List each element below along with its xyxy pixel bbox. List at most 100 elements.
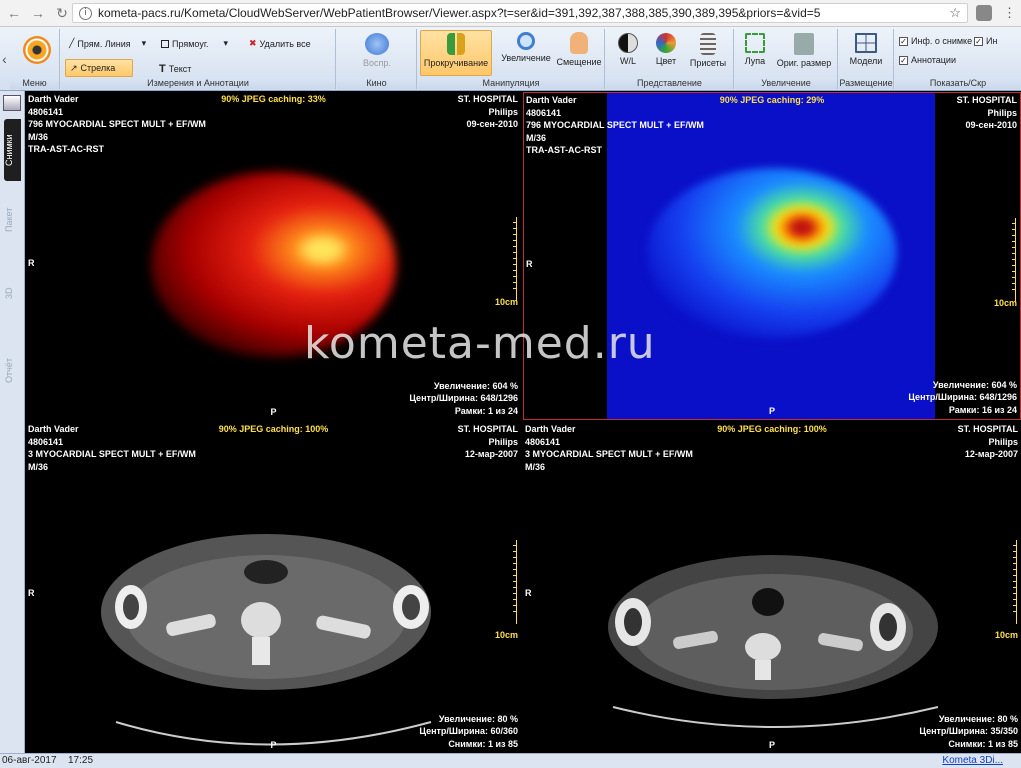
original-size-button[interactable]: Ориг. размер bbox=[773, 33, 835, 68]
status-time: 17:25 bbox=[68, 755, 94, 766]
delete-all-button[interactable]: ✖ Удалить все bbox=[249, 38, 311, 49]
window-level: Центр/Ширина: 35/350 bbox=[919, 726, 1018, 736]
orientation-posterior: P bbox=[270, 406, 277, 417]
cine-group-label: Кино bbox=[337, 78, 416, 89]
grid-layout-icon bbox=[855, 33, 877, 53]
magnify-group: Лупа Ориг. размер Увеличение bbox=[735, 29, 838, 89]
zoom-level: Увеличение: 604 % bbox=[932, 379, 1017, 390]
window-level: Центр/Ширина: 60/360 bbox=[419, 726, 518, 736]
scale-label: 10cm bbox=[494, 297, 518, 307]
info2-checkbox[interactable]: ✓ Ин bbox=[974, 36, 997, 46]
patient-id: 4806141 bbox=[526, 107, 562, 118]
study-date: 09-сен-2010 bbox=[965, 120, 1017, 130]
patient-sex-age: M/36 bbox=[28, 131, 49, 142]
rect-tool-button[interactable]: Прямоуг. ▾ bbox=[161, 38, 228, 49]
orientation-posterior: P bbox=[768, 405, 775, 416]
menu-label: Меню bbox=[10, 78, 59, 89]
menu-group: Меню bbox=[10, 29, 60, 89]
reload-button[interactable]: ↻ bbox=[52, 3, 72, 23]
patient-sex-age: M/36 bbox=[28, 461, 49, 472]
window-level: Центр/Ширина: 648/1296 bbox=[409, 393, 518, 403]
caching-status: 90% JPEG caching: 100% bbox=[717, 424, 827, 434]
ribbon-scroll-left-icon[interactable]: ‹ bbox=[0, 29, 9, 89]
hospital-name: ST. HOSPITAL bbox=[957, 424, 1018, 434]
tab-images[interactable]: Снимки bbox=[4, 119, 21, 181]
browser-toolbar: ← → ↻ i kometa-pacs.ru/Kometa/CloudWebSe… bbox=[0, 0, 1021, 27]
tab-package[interactable]: Пакет bbox=[4, 199, 21, 241]
tab-report[interactable]: Отчёт bbox=[4, 351, 21, 391]
arrow-tool-button[interactable]: ↗ Стрелка bbox=[65, 59, 133, 77]
pan-button[interactable]: Смещение bbox=[554, 32, 604, 67]
layout-group: Модели Размещение bbox=[839, 29, 894, 89]
zoom-level: Увеличение: 604 % bbox=[433, 380, 518, 391]
extension-icon[interactable] bbox=[976, 5, 992, 21]
magnifier-icon bbox=[517, 32, 535, 50]
study-date: 09-сен-2010 bbox=[466, 119, 518, 129]
orientation-posterior: P bbox=[768, 739, 775, 750]
line-icon: ╱ bbox=[69, 38, 75, 48]
forward-button[interactable]: → bbox=[28, 3, 48, 23]
present-group-label: Представление bbox=[606, 78, 733, 89]
original-size-icon bbox=[794, 33, 814, 55]
vendor-name: Philips bbox=[488, 436, 518, 447]
delete-icon: ✖ bbox=[249, 38, 257, 48]
viewport-2[interactable]: Darth Vader 4806141 796 MYOCARDIAL SPECT… bbox=[523, 92, 1021, 420]
models-button[interactable]: Модели bbox=[845, 33, 887, 66]
info-icon[interactable]: i bbox=[79, 6, 92, 20]
info-checkbox[interactable]: ✓ Инф. о снимке bbox=[899, 36, 972, 46]
text-icon: T bbox=[159, 63, 166, 75]
scale-label: 10cm bbox=[993, 298, 1017, 308]
zoom-level: Увеличение: 80 % bbox=[438, 713, 518, 724]
kometa-3d-link[interactable]: Kometa 3Di... bbox=[942, 754, 1003, 768]
patient-id: 4806141 bbox=[525, 436, 561, 447]
series-description: 3 MYOCARDIAL SPECT MULT + EF/WM bbox=[28, 449, 196, 459]
presets-button[interactable]: Присеты bbox=[688, 33, 728, 68]
viewport-4[interactable]: Darth Vader 4806141 3 MYOCARDIAL SPECT M… bbox=[523, 422, 1021, 753]
orientation-posterior: P bbox=[270, 739, 277, 750]
annotations-checkbox[interactable]: ✓ Аннотации bbox=[899, 55, 956, 65]
patient-id: 4806141 bbox=[28, 106, 64, 117]
series-description: 3 MYOCARDIAL SPECT MULT + EF/WM bbox=[525, 449, 693, 459]
study-date: 12-мар-2007 bbox=[464, 449, 518, 459]
study-date: 12-мар-2007 bbox=[964, 449, 1018, 459]
arrow-icon: ↗ bbox=[70, 62, 78, 73]
study-info: ST. HOSPITAL Philips 12-мар-2007 bbox=[458, 423, 518, 461]
study-info: ST. HOSPITAL Philips 09-сен-2010 bbox=[458, 93, 518, 131]
scroll-button[interactable]: Прокручивание bbox=[420, 30, 492, 76]
checkbox-checked-icon: ✓ bbox=[974, 36, 983, 46]
series-tag: TRA-AST-AC-RST bbox=[526, 145, 602, 155]
tab-3d[interactable]: 3D bbox=[4, 281, 21, 305]
bookmark-star-icon[interactable]: ☆ bbox=[949, 5, 961, 21]
viewport-1[interactable]: Darth Vader 4806141 796 MYOCARDIAL SPECT… bbox=[26, 92, 521, 420]
text-tool-button[interactable]: T Текст bbox=[159, 63, 191, 75]
viewport-3[interactable]: Darth Vader 4806141 3 MYOCARDIAL SPECT M… bbox=[26, 422, 521, 753]
measure-group: ╱ Прям. Линия ▾ Прямоуг. ▾ ✖ Удалить все ↗ Ст… bbox=[61, 29, 336, 89]
ribbon-toolbar: ‹ Меню ╱ Прям. Линия ▾ Прямоуг. ▾ ✖ Удалить … bbox=[0, 27, 1021, 91]
scale-bar bbox=[1010, 218, 1016, 302]
manip-group: Прокручивание Увеличение Смещение Манипу… bbox=[418, 29, 605, 89]
zoom-button[interactable]: Увеличение bbox=[498, 32, 554, 63]
line-tool-button[interactable]: ╱ Прям. Линия ▾ bbox=[69, 38, 146, 49]
vendor-name: Philips bbox=[987, 107, 1017, 118]
magnify-group-label: Увеличение bbox=[735, 78, 837, 89]
show-group-label: Показать/Скр bbox=[895, 78, 1021, 89]
address-bar[interactable]: i kometa-pacs.ru/Kometa/CloudWebServer/W… bbox=[72, 3, 968, 23]
study-info: ST. HOSPITAL Philips 12-мар-2007 bbox=[958, 423, 1018, 461]
wl-button[interactable]: W/L bbox=[610, 33, 646, 66]
thumbnails-icon[interactable] bbox=[3, 95, 21, 111]
play-button[interactable]: Воспр. bbox=[359, 33, 395, 68]
back-button[interactable]: ← bbox=[4, 3, 24, 23]
browser-menu-icon[interactable]: ⋮ bbox=[1003, 4, 1016, 22]
dropdown-arrow-icon: ▾ bbox=[223, 38, 229, 48]
vendor-name: Philips bbox=[988, 436, 1018, 447]
hospital-name: ST. HOSPITAL bbox=[457, 424, 518, 434]
orientation-right: R bbox=[525, 588, 532, 598]
side-panel: Снимки Пакет 3D Отчёт bbox=[0, 91, 25, 753]
menu-orb-icon[interactable] bbox=[23, 36, 51, 64]
scale-bar bbox=[1011, 540, 1017, 624]
color-button[interactable]: Цвет bbox=[648, 33, 684, 66]
hospital-name: ST. HOSPITAL bbox=[457, 94, 518, 104]
checkbox-checked-icon: ✓ bbox=[899, 36, 908, 46]
loupe-button[interactable]: Лупа bbox=[739, 33, 771, 66]
checkbox-checked-icon: ✓ bbox=[899, 55, 908, 65]
